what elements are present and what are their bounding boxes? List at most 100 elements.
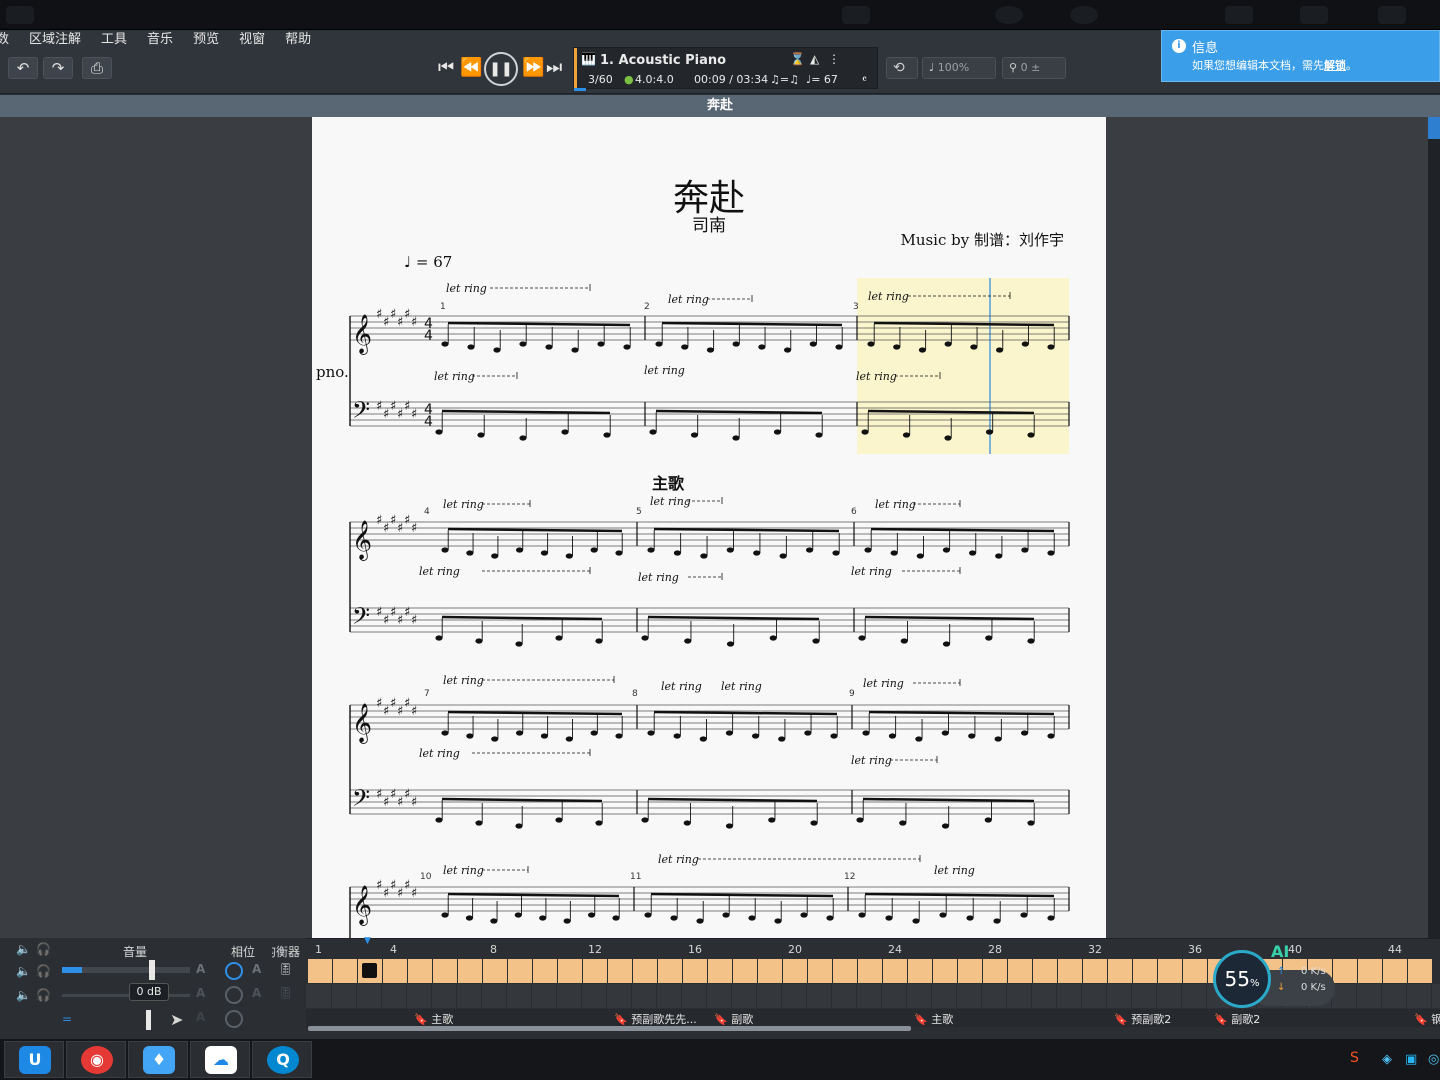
bar-cell[interactable] xyxy=(308,959,332,983)
bar-cell[interactable] xyxy=(583,959,607,983)
bar-cell[interactable] xyxy=(758,959,782,983)
bar-cell[interactable] xyxy=(633,984,657,1008)
bar-cell[interactable] xyxy=(1033,984,1057,1008)
taskbar-app[interactable]: ☁ xyxy=(190,1041,250,1078)
bar-cell[interactable] xyxy=(308,984,332,1008)
bar-cell[interactable] xyxy=(608,984,632,1008)
marker-verse-2[interactable]: 🔖 主歌 xyxy=(914,1011,953,1027)
bar-cell[interactable] xyxy=(1133,959,1157,983)
marker-next[interactable]: 🔖 钢 xyxy=(1414,1011,1440,1027)
menu-item-help[interactable]: 帮助 xyxy=(275,30,321,50)
marker-pre-chorus-2[interactable]: 🔖 预副歌2 xyxy=(1114,1011,1171,1027)
menu-item-tools[interactable]: 工具 xyxy=(91,30,137,50)
bar-cell[interactable] xyxy=(1133,984,1157,1008)
skip-to-start-button[interactable]: ⏮ xyxy=(438,57,454,78)
automation-icon[interactable]: A xyxy=(252,962,261,976)
score-page[interactable]: 奔赴 司南 Music by 制谱：刘作宇 ♩ = 67 pno. 主歌 𝄞 𝄢 ♯… xyxy=(312,117,1106,938)
bar-cell[interactable] xyxy=(908,984,932,1008)
bar-cell[interactable] xyxy=(1183,984,1207,1008)
timeline-scrollbar[interactable] xyxy=(308,1026,911,1031)
bar-cell[interactable] xyxy=(483,959,507,983)
bar-cell[interactable] xyxy=(1333,959,1357,983)
bar-cell[interactable] xyxy=(958,984,982,1008)
unlock-link[interactable]: 解锁 xyxy=(1324,59,1346,72)
bar-cell[interactable] xyxy=(1158,984,1182,1008)
bar-cell[interactable] xyxy=(358,984,382,1008)
marker-pre-chorus[interactable]: 🔖 预副歌先先... xyxy=(614,1011,697,1027)
bar-cell[interactable] xyxy=(1383,959,1407,983)
speed-control[interactable]: ♩ 100% xyxy=(922,57,996,79)
bar-cell[interactable] xyxy=(933,959,957,983)
ime-icon[interactable]: S xyxy=(1350,1050,1359,1066)
bar-cell[interactable] xyxy=(1333,984,1357,1008)
undo-button[interactable]: ↶ xyxy=(8,57,38,79)
bar-cell[interactable] xyxy=(758,984,782,1008)
automation-icon[interactable]: A xyxy=(252,986,261,1000)
bar-cell[interactable] xyxy=(1058,959,1082,983)
right-scrollbar[interactable] xyxy=(1428,117,1440,938)
bar-cell[interactable] xyxy=(383,984,407,1008)
bar-cell[interactable] xyxy=(1058,984,1082,1008)
bar-cell[interactable] xyxy=(983,959,1007,983)
bar-cell[interactable] xyxy=(633,959,657,983)
bar-cell[interactable] xyxy=(733,984,757,1008)
volume-slider-thumb[interactable] xyxy=(149,960,155,980)
bar-cell[interactable] xyxy=(483,984,507,1008)
bar-cell[interactable] xyxy=(1108,984,1132,1008)
pause-button[interactable]: ❚❚ xyxy=(484,52,518,86)
bar-cell[interactable] xyxy=(1383,984,1407,1008)
tray-app-icon[interactable]: ▣ xyxy=(1405,1052,1417,1067)
mute-icon[interactable]: 🔈 xyxy=(16,964,31,978)
menu-item-annotation[interactable]: 区域注解 xyxy=(19,30,91,50)
bar-cell[interactable] xyxy=(658,959,682,983)
bar-cell[interactable] xyxy=(883,984,907,1008)
bar-cell[interactable] xyxy=(558,959,582,983)
bar-cell[interactable] xyxy=(458,984,482,1008)
bar-cell[interactable] xyxy=(1183,959,1207,983)
headphones-icon[interactable]: 🎧 xyxy=(36,964,51,978)
bar-cell[interactable] xyxy=(1008,984,1032,1008)
bar-cell[interactable] xyxy=(808,959,832,983)
master-volume-thumb[interactable] xyxy=(146,1010,151,1030)
playhead-icon[interactable]: ▼ xyxy=(364,936,371,946)
eq-sliders-icon[interactable]: 🎚 xyxy=(278,986,293,1000)
bar-cell[interactable] xyxy=(708,959,732,983)
bar-cell[interactable] xyxy=(558,984,582,1008)
tray-app-icon[interactable]: ◈ xyxy=(1382,1052,1392,1067)
volume-slider-track[interactable] xyxy=(62,994,190,997)
pan-knob[interactable] xyxy=(225,986,243,1004)
bar-cell[interactable] xyxy=(683,984,707,1008)
marker-verse[interactable]: 🔖 主歌 xyxy=(414,1011,453,1027)
mute-icon[interactable]: 🔈 xyxy=(16,942,31,956)
marker-chorus-2[interactable]: 🔖 副歌2 xyxy=(1214,1011,1260,1027)
volume-slider-track[interactable] xyxy=(62,967,190,973)
taskbar-app[interactable]: ◉ xyxy=(66,1041,126,1078)
tray-app-icon[interactable]: ◎ xyxy=(1428,1052,1439,1067)
tempo-readout[interactable]: ♩= 67 xyxy=(806,73,838,86)
headphones-icon[interactable]: 🎧 xyxy=(36,988,51,1002)
pan-knob[interactable] xyxy=(225,962,243,980)
skip-to-end-button[interactable]: ⏭ xyxy=(546,57,562,78)
mute-icon[interactable]: 🔈 xyxy=(16,988,31,1002)
scrollbar-thumb[interactable] xyxy=(1428,117,1440,139)
menu-item-music[interactable]: 音乐 xyxy=(137,30,183,50)
track-name[interactable]: 1. Acoustic Piano xyxy=(600,53,726,68)
bar-cell[interactable] xyxy=(833,959,857,983)
bar-cell[interactable] xyxy=(783,984,807,1008)
master-pan-knob[interactable] xyxy=(225,1010,243,1028)
bar-cell[interactable] xyxy=(333,959,357,983)
print-button[interactable]: ⎙ xyxy=(82,57,112,79)
bar-cell[interactable] xyxy=(1358,984,1382,1008)
bar-cell[interactable] xyxy=(333,984,357,1008)
bar-cell[interactable] xyxy=(508,959,532,983)
eq-sliders-icon[interactable]: 🎚 xyxy=(278,962,293,976)
bar-cell[interactable] xyxy=(408,984,432,1008)
redo-button[interactable]: ↷ xyxy=(43,57,73,79)
bar-cell[interactable] xyxy=(608,959,632,983)
more-options-icon[interactable]: ⋮ xyxy=(828,52,840,66)
taskbar-app[interactable]: Q xyxy=(252,1041,312,1078)
bar-cell[interactable] xyxy=(383,959,407,983)
menu-item-preview[interactable]: 预览 xyxy=(183,30,229,50)
bar-cell[interactable] xyxy=(408,959,432,983)
tuning-control[interactable]: ⚲ 0 ± xyxy=(1002,57,1066,79)
